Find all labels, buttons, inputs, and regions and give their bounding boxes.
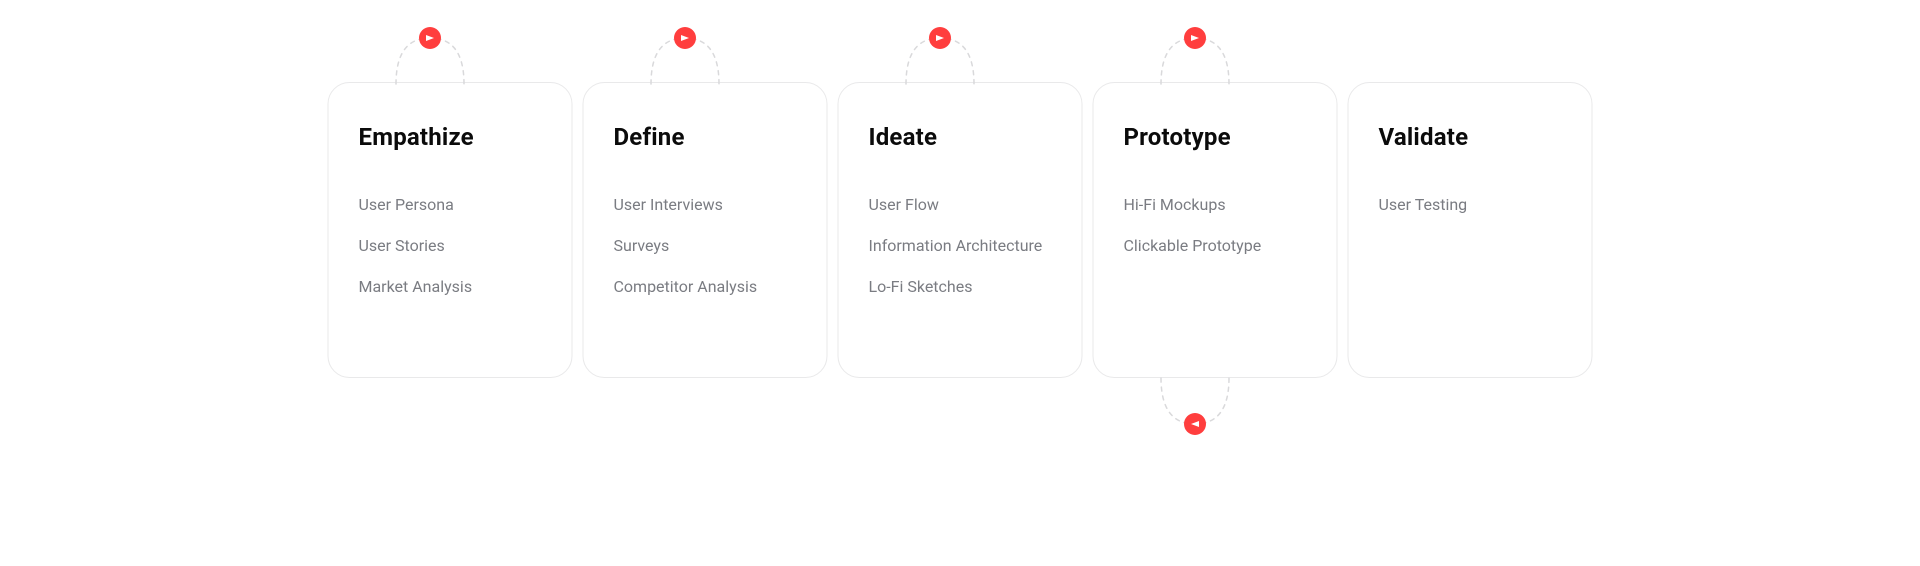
- card-item: User Persona: [359, 195, 546, 214]
- card-item: User Testing: [1379, 195, 1566, 214]
- connector-bottom-1: [1155, 368, 1235, 448]
- card-item: Competitor Analysis: [614, 277, 801, 296]
- card-title: Validate: [1379, 123, 1566, 151]
- card-validate: Validate User Testing: [1348, 82, 1593, 378]
- card-item: User Interviews: [614, 195, 801, 214]
- card-item: Surveys: [614, 236, 801, 255]
- steps-row: Empathize User Persona User Stories Mark…: [328, 82, 1593, 378]
- card-items: Hi-Fi Mockups Clickable Prototype: [1124, 195, 1311, 255]
- card-title: Prototype: [1124, 123, 1311, 151]
- card-define: Define User Interviews Surveys Competito…: [583, 82, 828, 378]
- card-title: Empathize: [359, 123, 546, 151]
- card-title: Ideate: [869, 123, 1056, 151]
- card-title: Define: [614, 123, 801, 151]
- card-item: Lo-Fi Sketches: [869, 277, 1056, 296]
- card-items: User Testing: [1379, 195, 1566, 214]
- card-items: User Persona User Stories Market Analysi…: [359, 195, 546, 297]
- card-item: Hi-Fi Mockups: [1124, 195, 1311, 214]
- card-ideate: Ideate User Flow Information Architectur…: [838, 82, 1083, 378]
- card-prototype: Prototype Hi-Fi Mockups Clickable Protot…: [1093, 82, 1338, 378]
- process-diagram: Empathize User Persona User Stories Mark…: [0, 0, 1920, 566]
- card-item: User Stories: [359, 236, 546, 255]
- card-item: Information Architecture: [869, 236, 1056, 255]
- card-item: User Flow: [869, 195, 1056, 214]
- card-item: Clickable Prototype: [1124, 236, 1311, 255]
- card-empathize: Empathize User Persona User Stories Mark…: [328, 82, 573, 378]
- card-items: User Flow Information Architecture Lo-Fi…: [869, 195, 1056, 297]
- card-items: User Interviews Surveys Competitor Analy…: [614, 195, 801, 297]
- card-item: Market Analysis: [359, 277, 546, 296]
